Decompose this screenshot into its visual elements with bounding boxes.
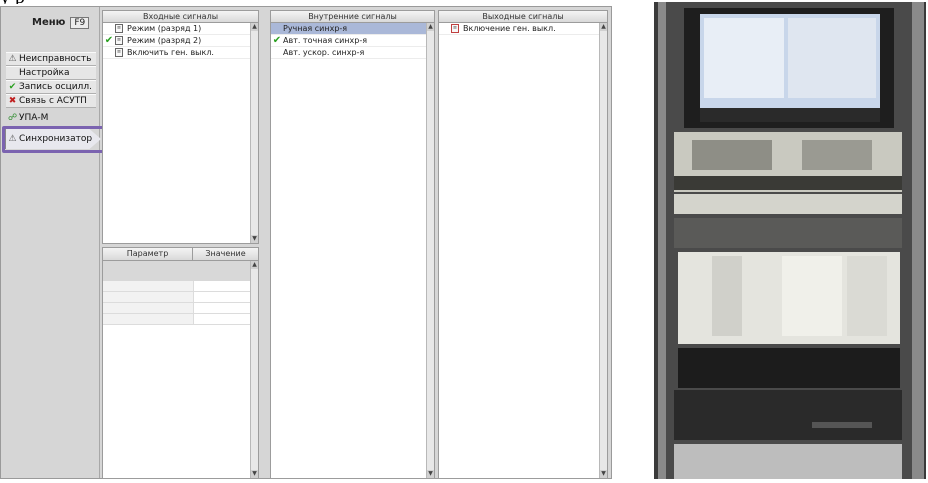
check-icon: ✔ <box>8 82 17 92</box>
scroll-up-icon[interactable]: ▲ <box>251 23 258 31</box>
table-row[interactable] <box>103 314 258 325</box>
check-icon: ✔ <box>104 35 114 46</box>
menu-item-label: Запись осцилл. <box>19 82 92 92</box>
signal-label: Режим (разряд 2) <box>127 36 202 45</box>
document-icon: ≡ <box>115 24 123 33</box>
document-icon: ≡ <box>115 36 123 45</box>
menu-item-oscillograph[interactable]: ✔ Запись осцилл. <box>6 80 96 94</box>
check-icon: ✔ <box>272 35 282 46</box>
scrollbar[interactable]: ▲ ▼ <box>250 23 258 243</box>
scrollbar[interactable]: ▲ ▼ <box>250 261 258 478</box>
signal-row[interactable]: ✔ Авт. точная синхр-я <box>271 35 434 47</box>
table-row[interactable] <box>103 281 258 292</box>
menu-item-label: УПА-М <box>19 113 49 123</box>
warning-icon: ⚠ <box>8 54 17 64</box>
signal-row[interactable]: ≡ Включить ген. выкл. <box>103 47 258 59</box>
menu-title: Меню <box>32 17 66 28</box>
rack-image <box>652 0 928 479</box>
scroll-down-icon[interactable]: ▼ <box>427 470 434 478</box>
scrollbar[interactable]: ▲ ▼ <box>599 23 607 478</box>
panel-title: Внутренние сигналы <box>271 11 434 23</box>
column-header-parameter[interactable]: Параметр <box>103 248 193 260</box>
signal-row[interactable]: ≡ Режим (разряд 1) <box>103 23 258 35</box>
scroll-up-icon[interactable]: ▲ <box>600 23 607 31</box>
input-signals-panel: Входные сигналы ≡ Режим (разряд 1) ✔ ≡ Р… <box>102 10 259 244</box>
menu-item-label: Неисправность <box>19 54 92 64</box>
table-row[interactable] <box>103 303 258 314</box>
panel-title: Выходные сигналы <box>439 11 607 23</box>
app-window: Меню F9 ⚠ Неисправность Настройка ✔ Запис… <box>0 6 612 479</box>
side-menu: Меню F9 ⚠ Неисправность Настройка ✔ Запис… <box>2 7 100 478</box>
table-row[interactable] <box>103 292 258 303</box>
document-icon: ≡ <box>451 24 459 33</box>
parameter-table: Параметр Значение ▲ ▼ <box>102 247 259 479</box>
scroll-down-icon[interactable]: ▼ <box>600 470 607 478</box>
scrollbar[interactable]: ▲ ▼ <box>426 23 434 478</box>
output-signals-panel: Выходные сигналы ≡ Включение ген. выкл. … <box>438 10 608 479</box>
caption-text: у р <box>0 0 640 4</box>
signal-label: Авт. точная синхр-я <box>283 36 368 45</box>
menu-item-upa-m[interactable]: ☍ УПА-М <box>6 111 96 125</box>
panel-title: Входные сигналы <box>103 11 258 23</box>
menu-item-fault[interactable]: ⚠ Неисправность <box>6 52 96 66</box>
signal-label: Включить ген. выкл. <box>127 48 214 57</box>
signal-row[interactable]: Авт. ускор. синхр-я <box>271 47 434 59</box>
network-icon: ☍ <box>7 113 18 123</box>
scroll-down-icon[interactable]: ▼ <box>251 235 258 243</box>
signal-label: Авт. ускор. синхр-я <box>283 48 365 57</box>
column-header-value[interactable]: Значение <box>193 248 258 260</box>
scroll-up-icon[interactable]: ▲ <box>251 261 258 269</box>
menu-item-label: Связь с АСУТП <box>19 96 87 106</box>
menu-header[interactable]: Меню F9 <box>32 17 90 29</box>
signal-row[interactable]: ✔ ≡ Режим (разряд 2) <box>103 35 258 47</box>
equipment-rack-photo <box>652 0 928 479</box>
signal-row-selected[interactable]: Ручная синхр-я <box>271 23 434 35</box>
menu-item-asutp-link[interactable]: ✖ Связь с АСУТП <box>6 94 96 108</box>
scroll-down-icon[interactable]: ▼ <box>251 470 258 478</box>
menu-item-settings[interactable]: Настройка <box>6 66 96 80</box>
signal-row[interactable]: ≡ Включение ген. выкл. <box>439 23 607 35</box>
internal-signals-panel: Внутренние сигналы Ручная синхр-я ✔ Авт.… <box>270 10 435 479</box>
table-group-row <box>103 261 258 281</box>
signal-label: Режим (разряд 1) <box>127 24 202 33</box>
scroll-up-icon[interactable]: ▲ <box>427 23 434 31</box>
error-icon: ✖ <box>8 96 17 106</box>
signal-label: Включение ген. выкл. <box>463 24 556 33</box>
menu-item-label: Настройка <box>19 68 70 78</box>
menu-hotkey: F9 <box>70 17 90 29</box>
highlight-frame <box>2 126 106 153</box>
table-header: Параметр Значение <box>103 248 258 261</box>
document-icon: ≡ <box>115 48 123 57</box>
signal-label: Ручная синхр-я <box>283 24 348 33</box>
